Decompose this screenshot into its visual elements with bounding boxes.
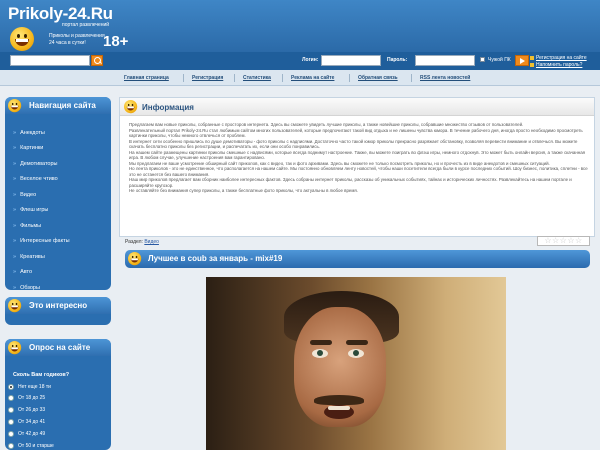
smiley-logo-icon bbox=[10, 27, 34, 51]
smiley-icon bbox=[8, 299, 22, 313]
info-title: Информация bbox=[142, 103, 194, 112]
search-button[interactable] bbox=[91, 55, 103, 66]
site-logo[interactable]: Prikoly-24.Ru bbox=[8, 4, 113, 24]
sidebar-item-reviews[interactable]: Обзоры bbox=[13, 285, 40, 291]
forgot-password-link[interactable]: Напомнить пароль? bbox=[530, 62, 587, 69]
register-link[interactable]: Регистрация на сайте bbox=[530, 55, 587, 62]
smiley-icon bbox=[8, 99, 22, 113]
post-header: Лучшее в coub за январь - mix#19 bbox=[125, 250, 590, 268]
foreign-pc-checkbox[interactable] bbox=[480, 57, 485, 62]
nav-ads[interactable]: Реклама на сайте bbox=[291, 75, 334, 81]
smiley-icon bbox=[8, 341, 22, 355]
sidebar-title: Это интересно bbox=[29, 301, 88, 310]
sidebar-item-facts[interactable]: Интересные факты bbox=[13, 238, 69, 244]
nav-stats[interactable]: Статистика bbox=[243, 75, 271, 81]
post-category: Раздел: Видео bbox=[125, 239, 159, 245]
rating-stars[interactable]: ☆☆☆☆☆ bbox=[537, 236, 590, 246]
radio-button[interactable] bbox=[8, 406, 14, 413]
nav-register[interactable]: Регистрация bbox=[192, 75, 223, 81]
poll-option[interactable]: От 42 до 49 bbox=[8, 430, 45, 437]
logo-subtitle: портал развлечений bbox=[62, 22, 110, 28]
poll-question: Сколь Вам годиков? bbox=[13, 372, 70, 378]
sidebar-interesting: Это интересно bbox=[5, 297, 111, 325]
sidebar-title: Навигация сайта bbox=[29, 101, 96, 110]
poll-option[interactable]: Нет еще 18 ти bbox=[8, 383, 51, 390]
sidebar-navigation: Навигация сайта Анекдоты Картинки Демоти… bbox=[5, 97, 111, 291]
sidebar-item-films[interactable]: Фильмы bbox=[13, 223, 41, 229]
sidebar-item-pictures[interactable]: Картинки bbox=[13, 145, 43, 151]
sidebar-item-video[interactable]: Видео bbox=[13, 192, 36, 198]
poll-option[interactable]: От 18 до 25 bbox=[8, 394, 45, 401]
password-field[interactable] bbox=[415, 55, 475, 66]
sidebar-item-jokes[interactable]: Анекдоты bbox=[13, 130, 45, 136]
post-title[interactable]: Лучшее в coub за январь - mix#19 bbox=[148, 254, 282, 263]
sidebar-item-creatives[interactable]: Креативы bbox=[13, 254, 45, 260]
lock-icon bbox=[530, 62, 534, 67]
info-text: Предлагаем вам новые приколы, собранные … bbox=[129, 122, 588, 193]
login-label: Логин: bbox=[302, 57, 319, 63]
age-rating-badge: 18+ bbox=[103, 33, 129, 50]
nav-rss[interactable]: RSS лента новостей bbox=[420, 75, 470, 81]
radio-button[interactable] bbox=[8, 430, 14, 437]
tagline: Приколы и развлечения 24 часа в сутки! bbox=[49, 33, 105, 46]
top-navigation: Главная страница Регистрация Статистика … bbox=[0, 70, 600, 86]
info-panel: Информация Предлагаем вам новые приколы,… bbox=[119, 97, 595, 237]
nav-home[interactable]: Главная страница bbox=[124, 75, 169, 81]
sidebar-item-demotivators[interactable]: Демотиваторы bbox=[13, 161, 57, 167]
poll-option[interactable]: От 50 и старше bbox=[8, 442, 54, 449]
poll-option[interactable]: От 26 до 33 bbox=[8, 406, 45, 413]
login-field[interactable] bbox=[321, 55, 381, 66]
category-link[interactable]: Видео bbox=[144, 239, 159, 245]
poll-option[interactable]: От 34 до 41 bbox=[8, 418, 45, 425]
video-player[interactable] bbox=[206, 277, 506, 450]
foreign-pc-label: Чужой ПК bbox=[488, 57, 511, 63]
sidebar-title: Опрос на сайте bbox=[29, 343, 91, 352]
radio-button[interactable] bbox=[8, 442, 14, 449]
radio-button[interactable] bbox=[8, 383, 14, 390]
smiley-icon bbox=[128, 252, 142, 266]
sidebar-item-auto[interactable]: Авто bbox=[13, 269, 32, 275]
sidebar-item-flash-games[interactable]: Флеш игры bbox=[13, 207, 48, 213]
nav-feedback[interactable]: Обратная связь bbox=[358, 75, 398, 81]
search-input[interactable] bbox=[10, 55, 90, 66]
lock-icon bbox=[530, 55, 534, 60]
radio-button[interactable] bbox=[8, 394, 14, 401]
radio-button[interactable] bbox=[8, 418, 14, 425]
password-label: Пароль: bbox=[387, 57, 408, 63]
sidebar-item-reading[interactable]: Веселое чтиво bbox=[13, 176, 58, 182]
login-button[interactable] bbox=[515, 55, 529, 66]
smiley-icon bbox=[124, 100, 138, 114]
